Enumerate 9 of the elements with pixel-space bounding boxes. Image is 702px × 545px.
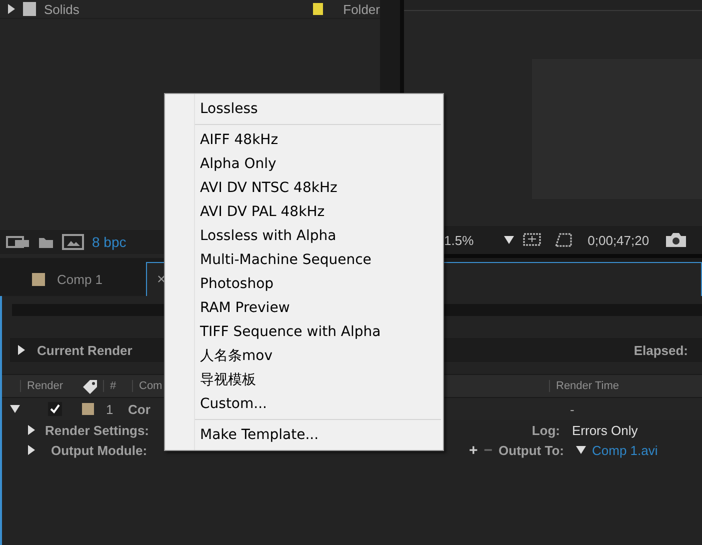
render-time: - (570, 402, 576, 416)
log-label: Log: (532, 422, 560, 438)
elapsed-label: Elapsed: (634, 342, 688, 358)
output-module-label: Output Module: (51, 442, 148, 458)
current-render-label: Current Render (37, 342, 132, 358)
render-settings-label: Render Settings: (45, 422, 150, 438)
item-number: 1 (106, 402, 114, 416)
item-type: Folder (343, 2, 380, 16)
output-to-label: Output To: (498, 442, 564, 458)
